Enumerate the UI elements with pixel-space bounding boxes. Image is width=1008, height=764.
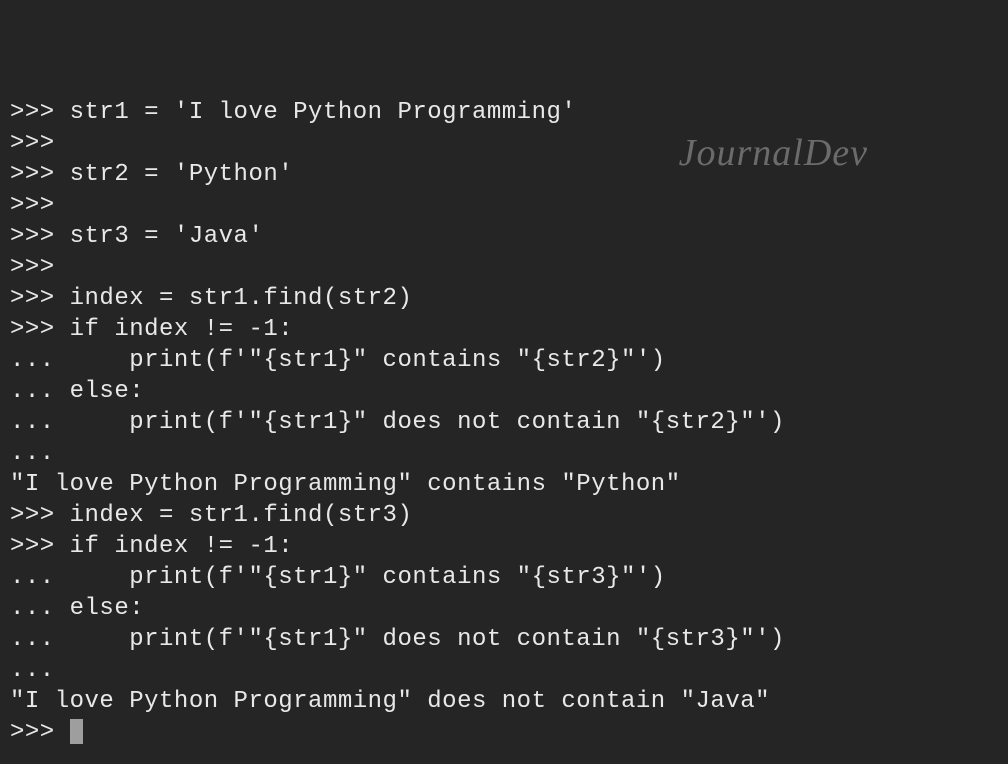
terminal-line: >>> [10, 190, 998, 221]
prompt: >>> [10, 99, 70, 126]
terminal-line: ... print(f'"{str1}" does not contain "{… [10, 624, 998, 655]
terminal-line: >>> [10, 717, 998, 748]
terminal-line: ... [10, 438, 998, 469]
terminal-line: >>> str2 = 'Python' [10, 159, 998, 190]
code-text: if index != -1: [70, 533, 294, 560]
terminal-line: >>> [10, 252, 998, 283]
code-text: "I love Python Programming" does not con… [10, 688, 770, 715]
terminal-line: ... print(f'"{str1}" does not contain "{… [10, 407, 998, 438]
prompt: >>> [10, 285, 70, 312]
code-text: print(f'"{str1}" does not contain "{str2… [70, 409, 785, 436]
prompt: ... [10, 440, 70, 467]
code-text: if index != -1: [70, 316, 294, 343]
prompt: >>> [10, 223, 70, 250]
code-text: index = str1.find(str2) [70, 285, 413, 312]
terminal[interactable]: JournalDev >>> str1 = 'I love Python Pro… [0, 0, 1008, 764]
code-text: str2 = 'Python' [70, 161, 294, 188]
terminal-line: ... print(f'"{str1}" contains "{str3}"') [10, 562, 998, 593]
terminal-line: >>> index = str1.find(str2) [10, 283, 998, 314]
prompt: >>> [10, 502, 70, 529]
prompt: >>> [10, 192, 70, 219]
terminal-line: ... else: [10, 376, 998, 407]
terminal-line: >>> if index != -1: [10, 531, 998, 562]
terminal-line: >>> if index != -1: [10, 314, 998, 345]
prompt: ... [10, 595, 70, 622]
code-text: str3 = 'Java' [70, 223, 264, 250]
prompt: ... [10, 347, 70, 374]
code-text: print(f'"{str1}" contains "{str2}"') [70, 347, 666, 374]
code-text: else: [70, 595, 145, 622]
code-text: "I love Python Programming" contains "Py… [10, 471, 681, 498]
terminal-lines: >>> str1 = 'I love Python Programming'>>… [10, 97, 998, 748]
prompt: >>> [10, 130, 70, 157]
prompt: >>> [10, 533, 70, 560]
terminal-line: >>> index = str1.find(str3) [10, 500, 998, 531]
prompt: ... [10, 378, 70, 405]
terminal-line: ... print(f'"{str1}" contains "{str2}"') [10, 345, 998, 376]
prompt: ... [10, 564, 70, 591]
cursor-icon [70, 719, 83, 744]
terminal-line: "I love Python Programming" does not con… [10, 686, 998, 717]
prompt: >>> [10, 161, 70, 188]
prompt: ... [10, 657, 70, 684]
code-text: print(f'"{str1}" contains "{str3}"') [70, 564, 666, 591]
prompt: ... [10, 409, 70, 436]
code-text: print(f'"{str1}" does not contain "{str3… [70, 626, 785, 653]
prompt: >>> [10, 254, 70, 281]
code-text: index = str1.find(str3) [70, 502, 413, 529]
terminal-line: ... else: [10, 593, 998, 624]
terminal-line: >>> [10, 128, 998, 159]
terminal-line: ... [10, 655, 998, 686]
code-text: else: [70, 378, 145, 405]
prompt: ... [10, 626, 70, 653]
terminal-line: >>> str3 = 'Java' [10, 221, 998, 252]
code-text: str1 = 'I love Python Programming' [70, 99, 577, 126]
terminal-line: "I love Python Programming" contains "Py… [10, 469, 998, 500]
prompt: >>> [10, 719, 70, 746]
terminal-line: >>> str1 = 'I love Python Programming' [10, 97, 998, 128]
prompt: >>> [10, 316, 70, 343]
